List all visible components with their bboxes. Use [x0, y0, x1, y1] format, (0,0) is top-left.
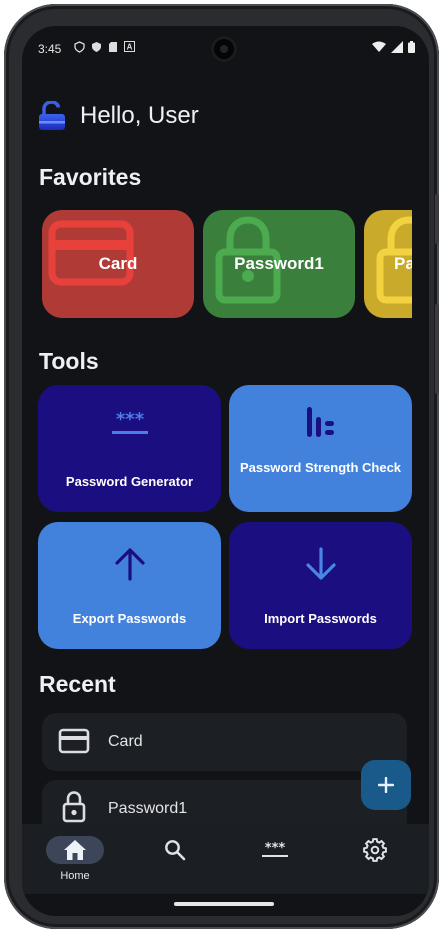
favorite-password1-item[interactable]: Password1: [203, 210, 355, 318]
nav-search-indicator: [146, 836, 204, 864]
svg-text:A: A: [127, 43, 133, 52]
nav-home-indicator: [46, 836, 104, 864]
bottom-navigation: Home ***: [22, 824, 429, 894]
password-dots-icon: ***: [262, 841, 288, 857]
recent-item-card[interactable]: Card: [42, 713, 407, 771]
arrow-up-icon: [114, 548, 145, 581]
nav-search[interactable]: [134, 824, 214, 894]
password-generator-button[interactable]: *** Password Generator: [38, 385, 221, 512]
favorite-label: Card: [98, 254, 138, 273]
vpn-shield-icon: [74, 41, 85, 53]
recent-title: Recent: [39, 671, 116, 697]
greeting-header: Hello, User: [38, 100, 199, 132]
phone-frame: 3:45 A Hello, User Favorites Card Passwo…: [4, 4, 439, 929]
security-shield-icon: [92, 42, 101, 52]
gear-icon: [363, 838, 387, 862]
favorites-title: Favorites: [39, 164, 142, 190]
status-bar: 3:45 A: [22, 26, 429, 72]
credit-card-icon: [58, 728, 90, 754]
plus-icon: [378, 777, 394, 793]
password-strength-check-button[interactable]: Password Strength Check: [229, 385, 412, 512]
icon-wrap: [229, 546, 412, 586]
icon-wrap: [229, 405, 412, 445]
gesture-handle[interactable]: [174, 902, 274, 906]
svg-text:***: ***: [115, 409, 144, 430]
app-screen: 3:45 A Hello, User Favorites Card Passwo…: [22, 26, 429, 916]
app-lock-icon: [39, 101, 65, 130]
nav-settings-indicator: [346, 836, 404, 864]
tool-label: Import Passwords: [264, 611, 377, 626]
icon-wrap: [38, 546, 221, 586]
notification-icons: A: [74, 41, 135, 53]
recent-item-label: Password1: [108, 800, 188, 817]
font-a-icon: A: [124, 41, 135, 52]
import-passwords-button[interactable]: Import Passwords: [229, 522, 412, 649]
add-item-button[interactable]: [361, 760, 411, 810]
power-button: [435, 304, 439, 394]
favorite-card-item[interactable]: Card: [42, 210, 194, 318]
nav-settings[interactable]: [334, 824, 414, 894]
password-dots-icon: ***: [111, 409, 148, 434]
tool-label: Password Strength Check: [239, 460, 402, 475]
svg-text:***: ***: [265, 841, 286, 856]
sd-card-icon: [109, 42, 117, 52]
arrow-down-icon: [305, 547, 336, 580]
nav-password-indicator: ***: [246, 836, 304, 864]
tools-title: Tools: [39, 348, 99, 374]
favorite-partial-item[interactable]: Pa: [364, 210, 412, 318]
system-icons: [372, 41, 415, 53]
recent-item-label: Card: [108, 733, 143, 750]
favorite-label: Pa: [394, 254, 412, 273]
signal-icon: [391, 41, 403, 53]
tool-label: Export Passwords: [72, 611, 187, 626]
nav-home-label: Home: [60, 870, 90, 882]
nav-password-generator[interactable]: ***: [234, 824, 314, 894]
credit-card-icon: [48, 220, 134, 286]
nav-home[interactable]: Home: [34, 824, 114, 894]
tool-label: Password Generator: [65, 474, 194, 489]
status-time: 3:45: [38, 42, 62, 56]
wifi-icon: [372, 41, 386, 52]
front-camera: [211, 36, 237, 62]
favorites-carousel[interactable]: Card Password1 Pa: [42, 210, 412, 318]
export-passwords-button[interactable]: Export Passwords: [38, 522, 221, 649]
favorite-label: Password1: [234, 254, 324, 273]
greeting-text: Hello, User: [80, 102, 199, 129]
lock-icon: [62, 791, 86, 823]
battery-icon: [408, 41, 415, 53]
icon-wrap: ***: [38, 409, 221, 449]
search-icon: [165, 840, 186, 861]
volume-button: [435, 194, 439, 244]
home-icon: [64, 840, 86, 860]
strength-meter-icon: [306, 407, 334, 437]
